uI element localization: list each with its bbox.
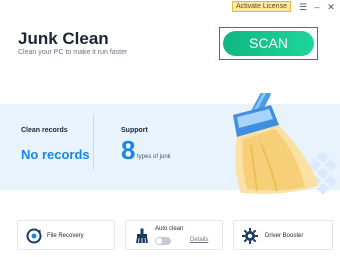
clean-records-label: Clean records xyxy=(21,127,68,134)
broom-illustration xyxy=(233,93,337,195)
support-label: Support xyxy=(121,127,148,134)
support-count: 8 xyxy=(121,135,136,165)
driver-booster-label: Driver Booster xyxy=(265,233,304,239)
stats-divider xyxy=(93,114,94,170)
auto-clean-brush-icon xyxy=(136,228,148,244)
file-recovery-label: File Recovery xyxy=(47,233,84,239)
file-recovery-card[interactable]: File Recovery xyxy=(17,220,115,250)
auto-clean-card: Auto clean Details xyxy=(125,220,223,250)
title-bar: Activate License ☰ – ✕ xyxy=(0,0,340,14)
auto-clean-label: Auto clean xyxy=(155,226,184,232)
scan-button[interactable]: SCAN xyxy=(223,31,314,56)
close-icon[interactable]: ✕ xyxy=(324,0,338,14)
file-recovery-icon xyxy=(26,228,42,244)
minimize-icon[interactable]: – xyxy=(310,0,324,14)
auto-clean-details-link[interactable]: Details xyxy=(190,237,208,243)
clean-records-value: No records xyxy=(21,147,90,162)
support-suffix: types of junk xyxy=(137,154,171,160)
driver-booster-card[interactable]: Driver Booster xyxy=(233,220,333,250)
activate-license-button[interactable]: Activate License xyxy=(232,1,291,12)
gear-icon xyxy=(242,228,258,244)
auto-clean-toggle[interactable] xyxy=(155,237,171,245)
page-subtitle: Clean your PC to make it run faster xyxy=(18,49,128,56)
menu-icon[interactable]: ☰ xyxy=(296,0,310,14)
toggle-knob xyxy=(156,238,162,244)
page-title: Junk Clean xyxy=(18,29,109,48)
